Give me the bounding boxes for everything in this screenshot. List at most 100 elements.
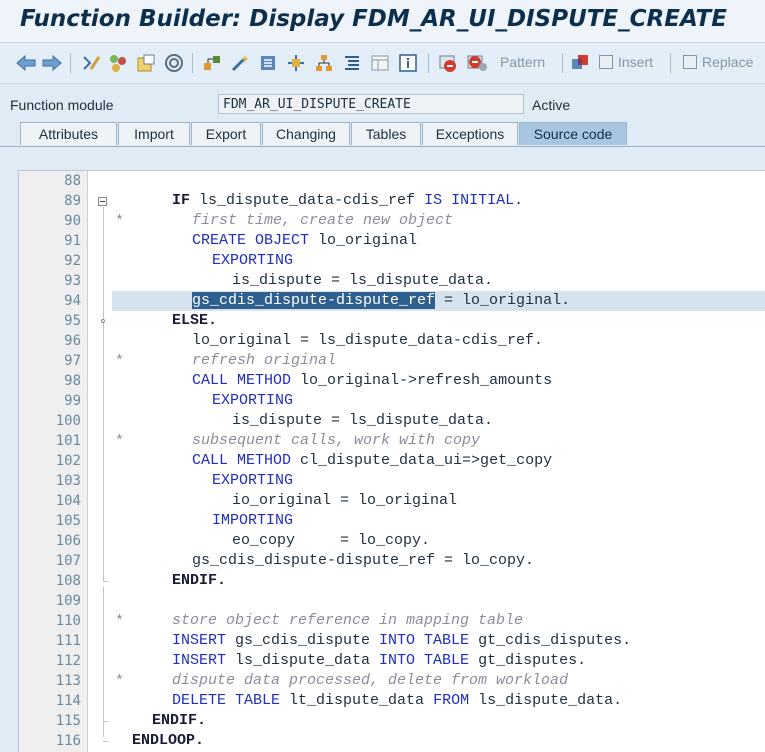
- insert-statement-icon[interactable]: [570, 52, 590, 74]
- code-text: CREATE OBJECT lo_original: [192, 232, 418, 249]
- function-module-row: Function module FDM_AR_UI_DISPUTE_CREATE…: [0, 88, 765, 118]
- tab-attributes[interactable]: Attributes: [20, 122, 117, 145]
- other-object-icon[interactable]: [108, 52, 128, 74]
- function-module-label: Function module: [10, 97, 114, 113]
- line-number: 107: [55, 553, 81, 569]
- comment-marker: *: [115, 213, 125, 230]
- code-line: 114 DELETE TABLE lt_dispute_data FROM ls…: [19, 691, 765, 711]
- tab-changing[interactable]: Changing: [262, 122, 350, 145]
- pattern-label: Pattern: [500, 54, 546, 70]
- insert-button[interactable]: Insert: [599, 54, 653, 70]
- pattern-button[interactable]: Pattern: [500, 54, 545, 70]
- code-text: lo_original = ls_dispute_data-cdis_ref.: [192, 332, 544, 349]
- tab-source-code[interactable]: Source code: [519, 122, 627, 145]
- activate-icon[interactable]: [136, 52, 156, 74]
- code-line: 102 CALL METHOD cl_dispute_data_ui=>get_…: [19, 451, 765, 471]
- code-line: 101 * subsequent calls, work with copy: [19, 431, 765, 451]
- fold-toggle-icon[interactable]: [98, 197, 107, 206]
- line-number: 115: [55, 713, 81, 729]
- window-icon[interactable]: [286, 52, 306, 74]
- line-number: 100: [55, 413, 81, 429]
- line-number: 113: [55, 673, 81, 689]
- code-line: 93 is_dispute = ls_dispute_data.: [19, 271, 765, 291]
- toolbar-separator: [670, 53, 671, 73]
- toolbar-separator: [562, 53, 563, 73]
- code-line: 90 * first time, create new object: [19, 211, 765, 231]
- line-number: 110: [55, 613, 81, 629]
- forward-arrow-icon[interactable]: [42, 52, 62, 74]
- comment-marker: *: [115, 433, 125, 450]
- session-breakpoint-icon[interactable]: [466, 52, 488, 74]
- info-icon[interactable]: [398, 52, 418, 74]
- code-text: INSERT gs_cdis_dispute INTO TABLE gt_cdi…: [172, 632, 632, 649]
- code-line: 104 io_original = lo_original: [19, 491, 765, 511]
- line-number: 97: [64, 353, 81, 369]
- line-number: 114: [55, 693, 81, 709]
- line-number: 103: [55, 473, 81, 489]
- title-bar: Function Builder: Display FDM_AR_UI_DISP…: [0, 0, 765, 43]
- comment-marker: *: [115, 613, 125, 630]
- code-text: ENDLOOP.: [132, 732, 205, 749]
- line-number: 92: [64, 253, 81, 269]
- code-text: ENDIF.: [172, 572, 227, 589]
- code-line: 107 gs_cdis_dispute-dispute_ref = lo_cop…: [19, 551, 765, 571]
- code-text: eo_copy = lo_copy.: [232, 532, 431, 549]
- line-number: 90: [64, 213, 81, 229]
- tab-export[interactable]: Export: [191, 122, 261, 145]
- object-list-icon[interactable]: [258, 52, 278, 74]
- test-icon[interactable]: [164, 52, 184, 74]
- line-number: 111: [55, 633, 81, 649]
- code-comment: subsequent calls, work with copy: [192, 432, 481, 449]
- code-comment: dispute data processed, delete from work…: [172, 672, 569, 689]
- code-text: INSERT ls_dispute_data INTO TABLE gt_dis…: [172, 652, 587, 669]
- line-number: 95: [64, 313, 81, 329]
- code-line: 112 INSERT ls_dispute_data INTO TABLE gt…: [19, 651, 765, 671]
- code-line: 98 CALL METHOD lo_original->refresh_amou…: [19, 371, 765, 391]
- replace-button[interactable]: Replace: [683, 54, 753, 70]
- line-number: 101: [55, 433, 81, 449]
- tab-import[interactable]: Import: [118, 122, 190, 145]
- back-arrow-icon[interactable]: [16, 52, 36, 74]
- pretty-printer-icon[interactable]: [342, 52, 362, 74]
- code-text: DELETE TABLE lt_dispute_data FROM ls_dis…: [172, 692, 623, 709]
- code-line: 105 IMPORTING: [19, 511, 765, 531]
- line-number: 102: [55, 453, 81, 469]
- breakpoint-icon[interactable]: [438, 52, 458, 74]
- code-text: IF ls_dispute_data-cdis_ref IS INITIAL.: [172, 192, 524, 209]
- code-line: 99 EXPORTING: [19, 391, 765, 411]
- code-line: 97 * refresh original: [19, 351, 765, 371]
- where-used-icon[interactable]: [202, 52, 222, 74]
- line-number: 88: [64, 173, 81, 189]
- code-comment: refresh original: [192, 352, 337, 369]
- tab-strip: Attributes Import Export Changing Tables…: [0, 120, 765, 147]
- hierarchy-icon[interactable]: [314, 52, 334, 74]
- code-text: IMPORTING: [212, 512, 294, 529]
- tab-tables[interactable]: Tables: [351, 122, 421, 145]
- line-number: 109: [55, 593, 81, 609]
- tab-exceptions[interactable]: Exceptions: [422, 122, 518, 145]
- code-line: 89 IF ls_dispute_data-cdis_ref IS INITIA…: [19, 191, 765, 211]
- code-text: is_dispute = ls_dispute_data.: [232, 272, 494, 289]
- code-line: 95 ELSE.: [19, 311, 765, 331]
- frames-icon[interactable]: [370, 52, 390, 74]
- magic-wand-icon[interactable]: [230, 52, 250, 74]
- code-text: is_dispute = ls_dispute_data.: [232, 412, 494, 429]
- comment-marker: *: [115, 673, 125, 690]
- code-line: 115 ENDIF.: [19, 711, 765, 731]
- code-line: 91 CREATE OBJECT lo_original: [19, 231, 765, 251]
- code-text: EXPORTING: [212, 472, 294, 489]
- line-number: 116: [55, 733, 81, 749]
- code-line: 116 ENDLOOP.: [19, 731, 765, 751]
- line-number: 89: [64, 193, 81, 209]
- line-number: 112: [55, 653, 81, 669]
- code-line: 108 ENDIF.: [19, 571, 765, 591]
- function-module-field[interactable]: FDM_AR_UI_DISPUTE_CREATE: [218, 94, 524, 114]
- code-line: 100 is_dispute = ls_dispute_data.: [19, 411, 765, 431]
- source-code-editor[interactable]: 88 89 IF ls_dispute_data-cdis_ref IS INI…: [18, 170, 765, 752]
- replace-icon: [683, 55, 697, 69]
- insert-label: Insert: [618, 54, 654, 70]
- code-text: ELSE.: [172, 312, 218, 329]
- application-toolbar: Pattern Insert Replace: [0, 43, 765, 84]
- display-change-icon[interactable]: [82, 52, 102, 74]
- code-text: CALL METHOD cl_dispute_data_ui=>get_copy: [192, 452, 553, 469]
